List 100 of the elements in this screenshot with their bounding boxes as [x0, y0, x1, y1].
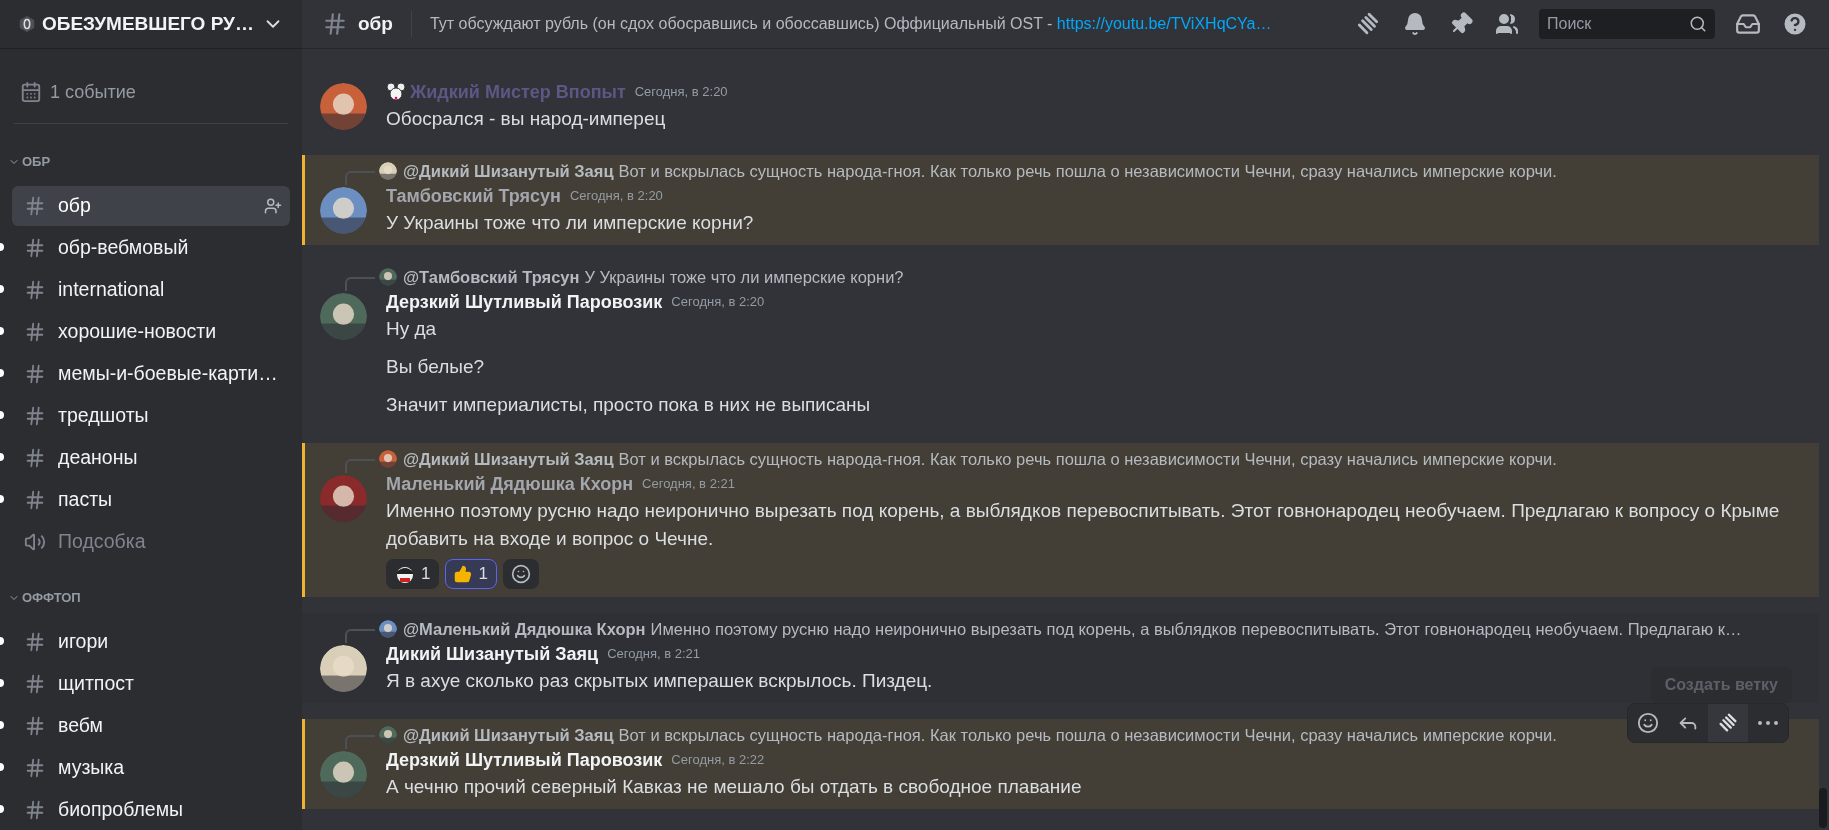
avatar[interactable]: [379, 268, 397, 286]
reply-author[interactable]: @Дикий Шизанутый Заяц: [403, 722, 614, 748]
hash-icon: [24, 631, 46, 653]
author-name[interactable]: Дикий Шизанутый Заяц: [386, 640, 599, 668]
reply-preview[interactable]: Именно поэтому русню надо неиронично вырезать под корень, а выблядков перевоспитывать. Этот говнонародец необучаем. Предлагаю к…: [650, 616, 1742, 642]
channel-item[interactable]: вебм: [12, 706, 290, 746]
channel-item[interactable]: деаноны: [12, 438, 290, 478]
thumbs-up-icon: [454, 565, 473, 583]
avatar[interactable]: [320, 187, 367, 234]
timestamp: Сегодня, в 2:21: [642, 475, 735, 494]
author-name[interactable]: Маленький Дядюшка Кхорн: [386, 470, 634, 498]
reply-connector: [345, 735, 375, 749]
reply-connector: [345, 629, 375, 643]
reply-author[interactable]: @Дикий Шизанутый Заяц: [403, 446, 614, 472]
hash-icon: [322, 11, 348, 37]
reply-preview[interactable]: Вот и вскрылась сущность народа-гноя. Как только речь пошла о независимости Чечни, сразу начались имперские корчи.: [618, 722, 1557, 748]
channel-item[interactable]: обр: [12, 186, 290, 226]
reply-preview[interactable]: У Украины тоже что ли имперские корни?: [584, 264, 904, 290]
thread-icon[interactable]: [1717, 712, 1739, 734]
message-text: У Украины тоже что ли имперские корни?: [386, 211, 754, 235]
reply-author[interactable]: @Маленький Дядюшка Кхорн: [403, 616, 646, 642]
reply-preview[interactable]: Вот и вскрылась сущность народа-гноя. Как только речь пошла о независимости Чечни, сразу начались имперские корчи.: [618, 158, 1557, 184]
hash-icon: [24, 673, 46, 695]
smile-icon: [510, 564, 531, 584]
help-icon[interactable]: [1781, 10, 1809, 38]
members-icon[interactable]: [1495, 12, 1519, 36]
avatar[interactable]: [320, 645, 367, 692]
channel-item[interactable]: обр-вебмовый: [12, 228, 290, 268]
inbox-icon[interactable]: [1735, 11, 1761, 37]
add-member-icon[interactable]: [264, 197, 282, 215]
message-text: Вы белые?: [386, 355, 485, 379]
channel-item[interactable]: хорошие-новости: [12, 312, 290, 352]
message-text: Ну да: [386, 317, 437, 341]
reply-connector: [345, 277, 375, 291]
channel-item[interactable]: мемы-и-боевые-карти…: [12, 354, 290, 394]
hash-icon: [24, 715, 46, 737]
author-name[interactable]: Дерзкий Шутливый Паровозик: [386, 288, 663, 316]
events-link[interactable]: 1 событие: [50, 78, 136, 106]
channel-item[interactable]: international: [12, 270, 290, 310]
hash-icon: [24, 757, 46, 779]
channel-item[interactable]: тредшоты: [12, 396, 290, 436]
channel-item[interactable]: музыка: [12, 748, 290, 788]
reply-preview[interactable]: Вот и вскрылась сущность народа-гноя. Как только речь пошла о независимости Чечни, сразу начались имперские корчи.: [618, 446, 1557, 472]
hash-icon: [24, 279, 46, 301]
hash-icon: [24, 799, 46, 821]
more-icon: [1758, 721, 1778, 725]
message-text: А чечню прочий северный Кавказ не мешало бы отдать в свободное плавание: [386, 775, 1082, 799]
channel-item[interactable]: Подсобка: [12, 522, 290, 562]
avatar[interactable]: [379, 726, 397, 744]
reply-author[interactable]: @Дикий Шизанутый Заяц: [403, 158, 614, 184]
add-reaction-button[interactable]: [502, 559, 539, 589]
hash-icon: [24, 237, 46, 259]
author-name[interactable]: Дерзкий Шутливый Паровозик: [386, 746, 663, 774]
server-name: ОБЕЗУМЕВШЕГО РУ…: [42, 11, 255, 36]
hash-icon: [24, 195, 46, 217]
reaction[interactable]: 1: [445, 559, 497, 589]
avatar[interactable]: [379, 620, 397, 638]
scrollbar[interactable]: [1819, 788, 1827, 828]
message-text: Обосрался - вы народ-имперец: [386, 107, 666, 131]
timestamp: Сегодня, в 2:22: [671, 751, 765, 770]
timestamp: Сегодня, в 2:21: [607, 645, 700, 664]
hash-icon: [24, 489, 46, 511]
avatar[interactable]: [320, 83, 367, 130]
avatar[interactable]: [320, 293, 367, 340]
bell-icon[interactable]: [1403, 12, 1427, 36]
server-badge-icon: [18, 15, 36, 33]
category-header[interactable]: ОБР: [0, 148, 302, 176]
reaction[interactable]: 1: [386, 559, 440, 589]
avatar[interactable]: [379, 450, 397, 468]
search-icon: [1689, 15, 1707, 33]
emoji-icon: [395, 564, 415, 584]
hash-icon: [24, 405, 46, 427]
category-header[interactable]: ОФФТОП: [0, 584, 302, 612]
timestamp: Сегодня, в 2:20: [634, 83, 728, 102]
author-name[interactable]: Тамбовский Трясун: [386, 182, 561, 210]
timestamp: Сегодня, в 2:20: [570, 187, 663, 206]
channel-title: обр: [358, 11, 393, 36]
avatar[interactable]: [320, 751, 367, 798]
message-text: Я в ахуе сколько раз скрытых имперашек вскрылось. Пиздец.: [386, 669, 933, 693]
channel-item[interactable]: пасты: [12, 480, 290, 520]
channel-item[interactable]: игори: [12, 622, 290, 662]
threads-icon[interactable]: [1355, 11, 1381, 37]
message-text: Значит империалисты, просто пока в них не выписаны: [386, 393, 871, 417]
hash-icon: [24, 363, 46, 385]
topic-link[interactable]: https://youtu.be/TViXHqCYa…: [1056, 15, 1272, 32]
reply-author[interactable]: @Тамбовский Трясун: [403, 264, 580, 290]
search-field[interactable]: Поиск: [1539, 9, 1715, 39]
message-text: Именно поэтому русню надо неиронично вырезать под корень, а выблядков перевоспитывать. Этот говнонародец необучаем. Предлагаю к вопросу о Крыме добавить на входе и вопрос о Чечне.: [386, 499, 1781, 551]
reply-connector: [345, 171, 375, 185]
reply-connector: [345, 459, 375, 473]
smile-icon: [1637, 712, 1659, 734]
avatar[interactable]: [320, 475, 367, 522]
calendar-icon: [20, 81, 42, 103]
hash-icon: [24, 447, 46, 469]
channel-item[interactable]: биопроблемы: [12, 790, 290, 830]
channel-item[interactable]: щитпост: [12, 664, 290, 704]
server-header[interactable]: ОБЕЗУМЕВШЕГО РУ…: [0, 0, 302, 49]
channel-topic[interactable]: Тут обсуждают рубль (он сдох обосравшись и обоссавшись) Оффициальный OST - https://youtu.be/TViXHqCYa…: [429, 12, 1337, 36]
timestamp: Сегодня, в 2:20: [671, 293, 765, 312]
avatar[interactable]: [379, 162, 397, 180]
